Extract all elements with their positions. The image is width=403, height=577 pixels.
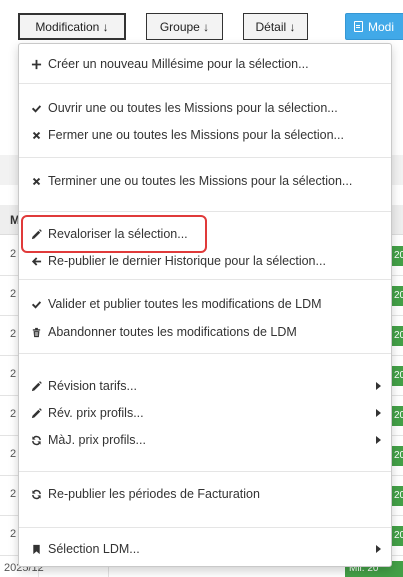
status-badge: 20 <box>392 326 403 346</box>
table-cell: 2 <box>10 368 17 380</box>
table-cell: 2 <box>10 528 17 540</box>
pencil-icon <box>31 380 42 392</box>
menu-item-label: Ouvrir une ou toutes les Missions pour l… <box>48 101 338 115</box>
menu-item-label: Fermer une ou toutes les Missions pour l… <box>48 128 344 142</box>
cross-icon <box>31 176 42 187</box>
table-cell: 2 <box>10 328 17 340</box>
menu-item-republish-billing-periods[interactable]: Re-publier les périodes de Facturation <box>19 482 391 506</box>
menu-item-selection-ldm[interactable]: Sélection LDM... <box>19 537 391 561</box>
menu-item-revision-tarifs[interactable]: Révision tarifs... <box>19 374 391 398</box>
status-badge: 20 <box>392 406 403 426</box>
menu-item-republish-history[interactable]: Re-publier le dernier Historique pour la… <box>19 249 391 273</box>
submenu-caret-icon <box>376 382 381 390</box>
menu-divider <box>19 353 391 354</box>
refresh-icon <box>31 435 42 446</box>
menu-item-maj-prix-profils[interactable]: MàJ. prix profils... <box>19 428 391 452</box>
status-badge: 20 <box>392 486 403 506</box>
menu-item-finish-missions[interactable]: Terminer une ou toutes les Missions pour… <box>19 169 391 193</box>
modification-button-label: Modification ↓ <box>35 19 109 34</box>
modification-dropdown-button[interactable]: Modification ↓ <box>18 13 126 40</box>
submenu-caret-icon <box>376 409 381 417</box>
menu-item-label: Rév. prix profils... <box>48 406 144 420</box>
menu-item-label: Abandonner toutes les modifications de L… <box>48 325 297 339</box>
document-icon <box>354 21 363 32</box>
menu-item-close-missions[interactable]: Fermer une ou toutes les Missions pour l… <box>19 123 391 147</box>
menu-item-label: Terminer une ou toutes les Missions pour… <box>48 174 353 188</box>
status-badge: 20 <box>392 446 403 466</box>
plus-icon <box>31 59 42 70</box>
detail-dropdown-button[interactable]: Détail ↓ <box>243 13 308 40</box>
bookmark-icon <box>31 544 42 555</box>
status-badge: 20 <box>392 246 403 266</box>
menu-divider <box>19 83 391 84</box>
menu-divider <box>19 527 391 528</box>
modifier-button-label: Modi <box>368 19 395 34</box>
status-badge: 20 <box>392 526 403 546</box>
groupe-dropdown-button[interactable]: Groupe ↓ <box>146 13 223 40</box>
table-cell: 2 <box>10 408 17 420</box>
groupe-button-label: Groupe ↓ <box>159 19 210 34</box>
table-cell: 2 <box>10 248 17 260</box>
menu-divider <box>19 211 391 212</box>
modifier-button[interactable]: Modi <box>345 13 403 40</box>
table-cell: 2 <box>10 488 17 500</box>
submenu-caret-icon <box>376 436 381 444</box>
status-badge: 20 <box>392 366 403 386</box>
submenu-caret-icon <box>376 545 381 553</box>
menu-item-create-millesime[interactable]: Créer un nouveau Millésime pour la sélec… <box>19 52 391 76</box>
menu-item-label: Re-publier le dernier Historique pour la… <box>48 254 326 268</box>
menu-item-open-missions[interactable]: Ouvrir une ou toutes les Missions pour l… <box>19 96 391 120</box>
pencil-icon <box>31 407 42 419</box>
menu-item-label: Révision tarifs... <box>48 379 137 393</box>
trash-icon <box>31 327 42 338</box>
modification-dropdown-menu: Créer un nouveau Millésime pour la sélec… <box>18 43 392 567</box>
pencil-icon <box>31 228 42 240</box>
menu-divider <box>19 471 391 472</box>
detail-button-label: Détail ↓ <box>255 19 296 34</box>
cross-icon <box>31 130 42 141</box>
status-badge: 20 <box>392 286 403 306</box>
menu-item-label: Re-publier les périodes de Facturation <box>48 487 260 501</box>
menu-item-label: Revaloriser la sélection... <box>48 227 188 241</box>
menu-item-abandon-ldm[interactable]: Abandonner toutes les modifications de L… <box>19 320 391 344</box>
menu-divider <box>19 279 391 280</box>
arrow-left-icon <box>31 256 42 267</box>
menu-item-label: Valider et publier toutes les modificati… <box>48 297 322 311</box>
menu-item-label: Créer un nouveau Millésime pour la sélec… <box>48 57 309 71</box>
refresh-icon <box>31 489 42 500</box>
menu-item-label: MàJ. prix profils... <box>48 433 146 447</box>
table-cell: 2 <box>10 288 17 300</box>
menu-item-label: Sélection LDM... <box>48 542 140 556</box>
menu-item-validate-ldm[interactable]: Valider et publier toutes les modificati… <box>19 292 391 316</box>
menu-divider <box>19 157 391 158</box>
menu-item-revalue-selection[interactable]: Revaloriser la sélection... <box>19 222 391 246</box>
check-icon <box>31 103 42 114</box>
check-icon <box>31 299 42 310</box>
table-cell: 2 <box>10 448 17 460</box>
menu-item-rev-prix-profils[interactable]: Rév. prix profils... <box>19 401 391 425</box>
